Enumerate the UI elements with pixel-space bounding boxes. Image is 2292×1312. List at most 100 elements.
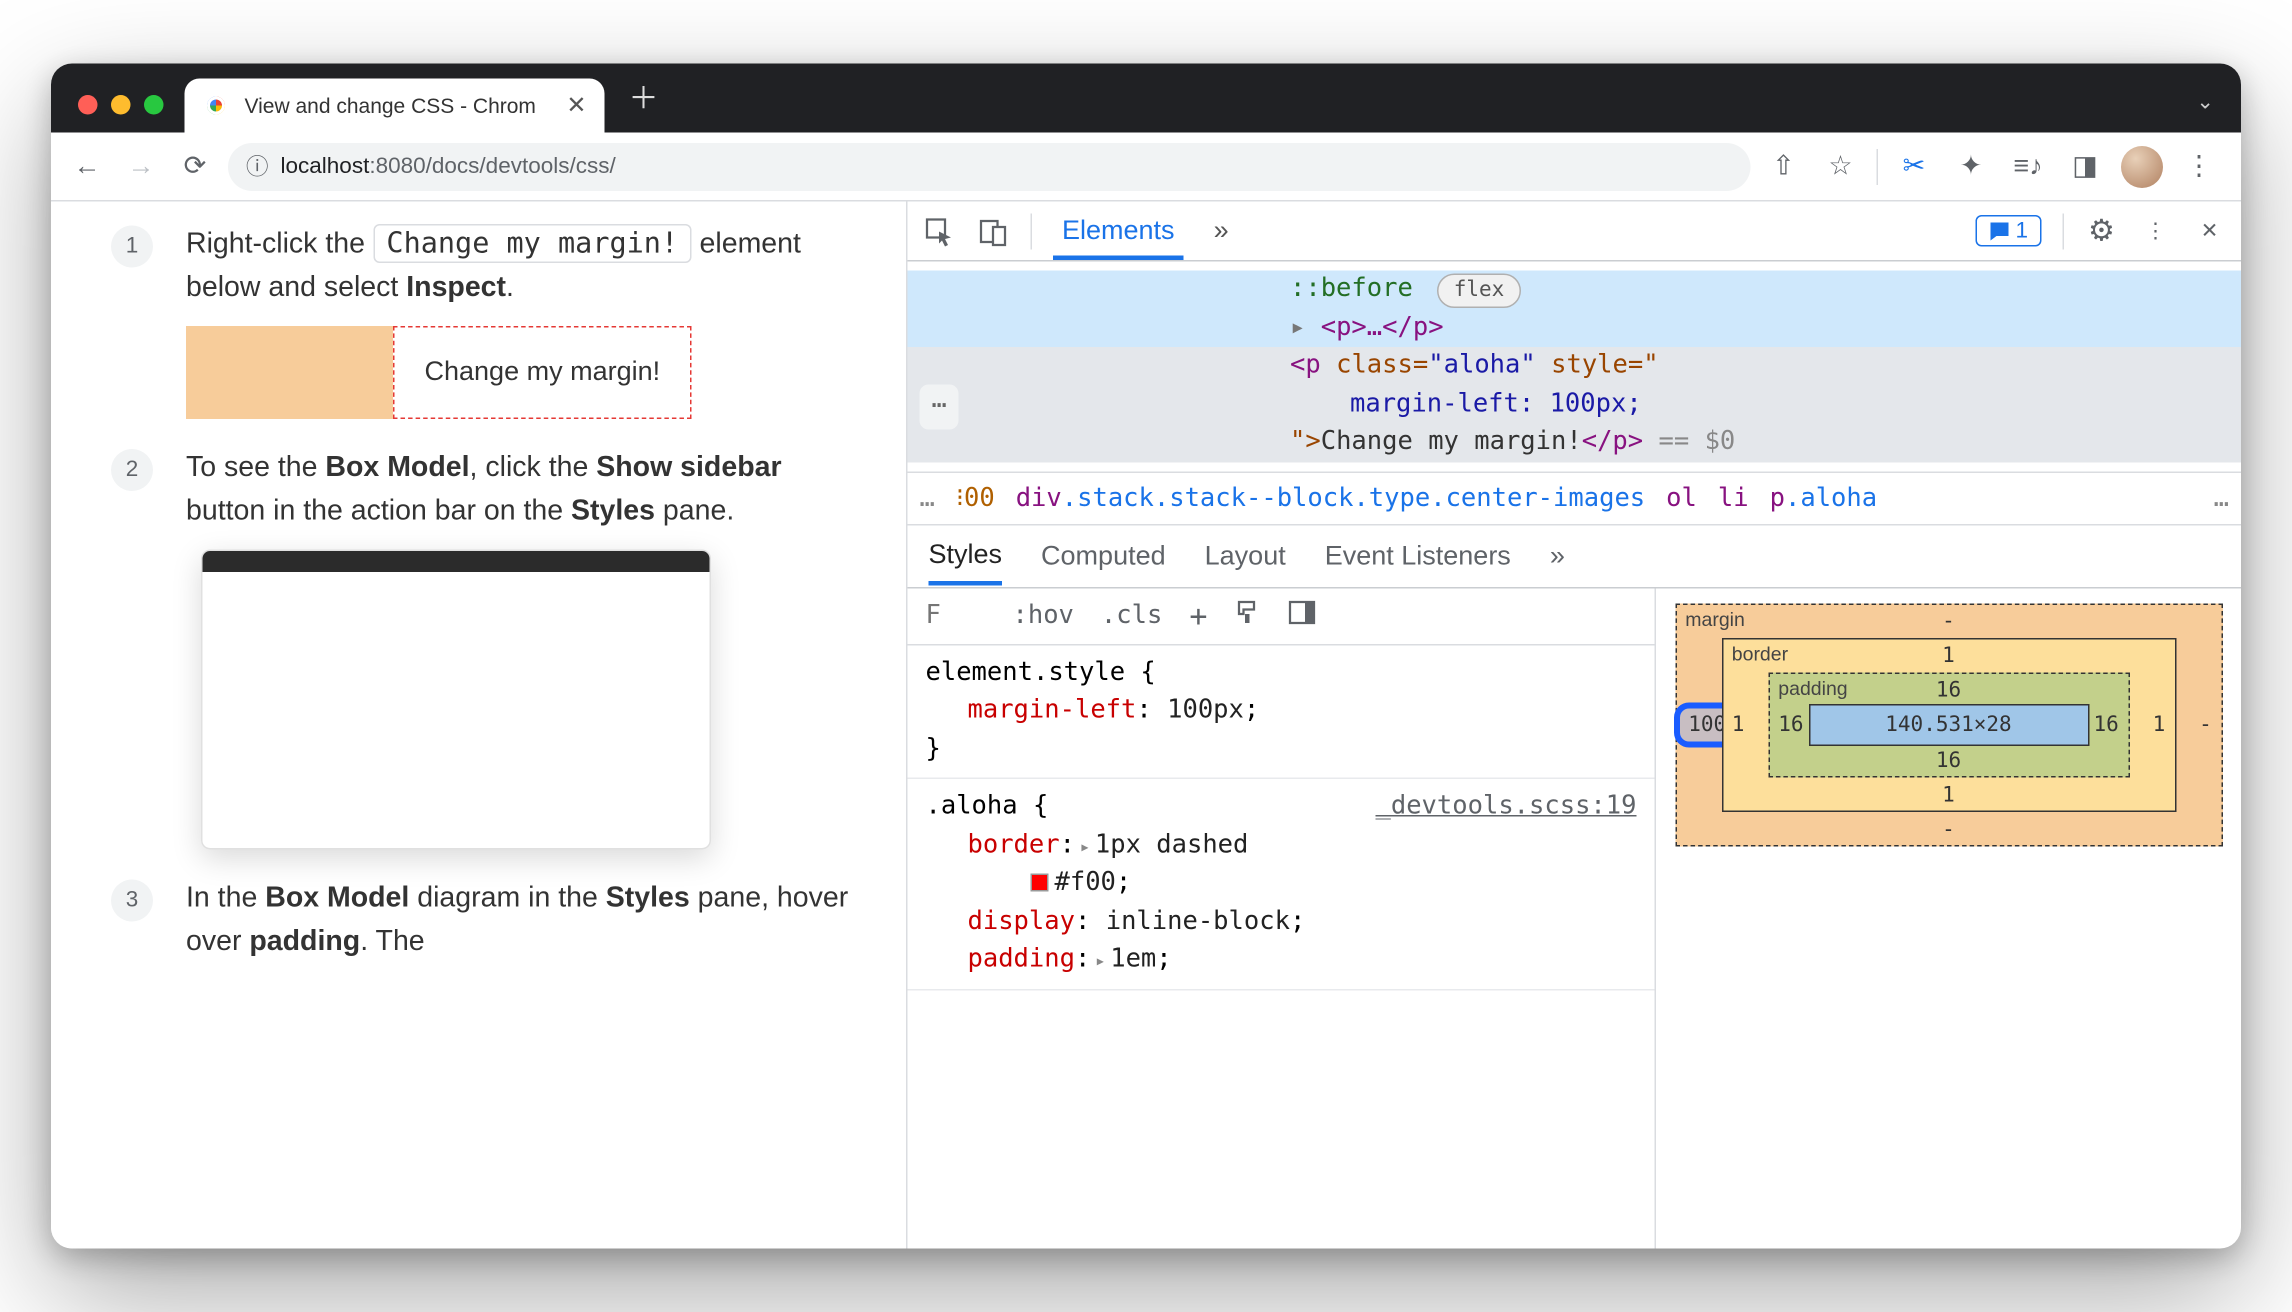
maximize-window-button[interactable] bbox=[144, 95, 164, 115]
css-property[interactable]: display bbox=[968, 906, 1075, 936]
bm-margin-bottom[interactable]: - bbox=[1942, 817, 1955, 841]
device-toggle-icon[interactable] bbox=[977, 214, 1010, 247]
cls-toggle[interactable]: .cls bbox=[1101, 601, 1162, 631]
tabs-dropdown-icon[interactable]: ⌄ bbox=[2187, 89, 2223, 133]
bm-border-left[interactable]: 1 bbox=[1732, 712, 1745, 736]
bm-content-size[interactable]: 140.531×28 bbox=[1808, 703, 2089, 745]
css-property[interactable]: border bbox=[968, 829, 1060, 859]
browser-tab[interactable]: View and change CSS - Chrom ✕ bbox=[185, 79, 605, 133]
new-tab-button[interactable]: ＋ bbox=[617, 74, 671, 133]
forward-button[interactable]: → bbox=[120, 145, 162, 187]
step-number: 3 bbox=[111, 879, 153, 921]
crumb-overflow[interactable]: … bbox=[2214, 483, 2229, 513]
color-swatch[interactable] bbox=[1031, 874, 1049, 892]
bm-border-layer[interactable]: border 1 1 1 1 padding 16 16 16 bbox=[1721, 637, 2176, 811]
box-model-diagram[interactable]: margin - - - 100 border 1 1 1 1 bbox=[1675, 603, 2223, 846]
bookmark-icon[interactable]: ☆ bbox=[1820, 145, 1862, 187]
settings-icon[interactable]: ⚙ bbox=[2085, 214, 2118, 247]
hov-toggle[interactable]: :hov bbox=[1013, 601, 1074, 631]
bm-border-right[interactable]: 1 bbox=[2153, 712, 2166, 736]
bm-border-top[interactable]: 1 bbox=[1942, 643, 1955, 667]
side-panel-icon[interactable]: ◨ bbox=[2064, 145, 2106, 187]
style-value: margin-left: 100px; bbox=[1350, 388, 1642, 418]
css-value[interactable]: 1px dashed bbox=[1095, 829, 1249, 859]
breadcrumb-item[interactable]: div.stack.stack--block.type.center-image… bbox=[1016, 483, 1645, 513]
dom-row-selected[interactable]: ">Change my margin!</p> == $0 bbox=[908, 424, 2242, 462]
dom-row[interactable]: ::before flex bbox=[908, 271, 2242, 309]
bm-margin-layer[interactable]: margin - - - 100 border 1 1 1 1 bbox=[1675, 603, 2223, 846]
css-value[interactable]: inline-block bbox=[1106, 906, 1290, 936]
bold-text: Show sidebar bbox=[596, 452, 781, 484]
breadcrumb-item-active[interactable]: p.aloha bbox=[1770, 483, 1878, 513]
bm-padding-right[interactable]: 16 bbox=[2093, 712, 2118, 736]
issues-badge[interactable]: 1 bbox=[1975, 215, 2042, 247]
source-file-link[interactable]: _devtools.scss:19 bbox=[1376, 788, 1637, 826]
chat-icon bbox=[1988, 220, 2009, 241]
css-property[interactable]: margin-left bbox=[968, 695, 1137, 725]
extensions-icon[interactable]: ✦ bbox=[1950, 145, 1992, 187]
dom-tree[interactable]: ::before flex ▸ <p>…</p> ⋯ <p class="alo… bbox=[908, 262, 2242, 471]
tab-elements[interactable]: Elements bbox=[1053, 202, 1184, 259]
styles-filter-input[interactable] bbox=[926, 601, 986, 631]
subtab-layout[interactable]: Layout bbox=[1205, 540, 1286, 572]
bm-margin-right[interactable]: - bbox=[2199, 712, 2212, 736]
css-rule-aloha[interactable]: _devtools.scss:19 .aloha { border:▸1px d… bbox=[908, 779, 1655, 990]
text: "> bbox=[1290, 427, 1321, 457]
css-value[interactable]: #f00 bbox=[1055, 868, 1116, 898]
bm-padding-left[interactable]: 16 bbox=[1778, 712, 1803, 736]
profile-avatar[interactable] bbox=[2121, 145, 2163, 187]
step-3: 3 In the Box Model diagram in the Styles… bbox=[111, 876, 864, 964]
paint-icon[interactable] bbox=[1234, 598, 1261, 633]
close-window-button[interactable] bbox=[78, 95, 98, 115]
inspect-element-icon[interactable] bbox=[923, 214, 956, 247]
dom-row-selected[interactable]: <p class="aloha" style=" bbox=[908, 347, 2242, 385]
reload-button[interactable]: ⟳ bbox=[174, 145, 216, 187]
breadcrumb-item[interactable]: ol bbox=[1666, 483, 1697, 513]
new-rule-icon[interactable]: + bbox=[1189, 598, 1207, 634]
text: In the bbox=[186, 882, 265, 914]
dom-breadcrumbs[interactable]: … ⁝00 div.stack.stack--block.type.center… bbox=[908, 471, 2242, 525]
content-area: 1 Right-click the Change my margin! elem… bbox=[51, 202, 2241, 1249]
step-text: To see the Box Model, click the Show sid… bbox=[186, 446, 864, 849]
crumb-overflow[interactable]: … bbox=[920, 483, 935, 513]
selector: element.style { bbox=[926, 657, 1156, 687]
subtab-event-listeners[interactable]: Event Listeners bbox=[1325, 540, 1511, 572]
subtab-styles[interactable]: Styles bbox=[929, 539, 1003, 586]
tag-open: <p bbox=[1290, 350, 1321, 380]
css-property[interactable]: padding bbox=[968, 944, 1075, 974]
scissors-extension-icon[interactable]: ✂ bbox=[1893, 145, 1935, 187]
more-tabs-icon[interactable]: » bbox=[1205, 203, 1238, 259]
toolbar-right: ⇧ ☆ ✂ ✦ ≡♪ ◨ ⋮ bbox=[1763, 145, 2227, 187]
rule-close: } bbox=[926, 733, 941, 763]
dom-row-selected[interactable]: margin-left: 100px; bbox=[908, 385, 2242, 423]
back-button[interactable]: ← bbox=[66, 145, 108, 187]
dom-row[interactable]: ▸ <p>…</p> bbox=[908, 309, 2242, 347]
computed-sidebar-icon[interactable] bbox=[1288, 598, 1315, 633]
issues-count: 1 bbox=[2015, 218, 2028, 244]
minimize-window-button[interactable] bbox=[111, 95, 131, 115]
bm-padding-bottom[interactable]: 16 bbox=[1936, 748, 1961, 772]
bm-padding-top[interactable]: 16 bbox=[1936, 678, 1961, 702]
expand-dom-siblings-button[interactable]: ⋯ bbox=[920, 385, 959, 429]
change-my-margin-element[interactable]: Change my margin! bbox=[393, 326, 692, 419]
crumb-cut[interactable]: ⁝00 bbox=[956, 483, 995, 513]
breadcrumb-item[interactable]: li bbox=[1718, 483, 1749, 513]
bm-padding-layer[interactable]: padding 16 16 16 16 140.531×28 bbox=[1768, 672, 2130, 777]
more-menu-icon[interactable]: ⋮ bbox=[2139, 214, 2172, 247]
close-tab-icon[interactable]: ✕ bbox=[566, 91, 586, 121]
chrome-menu-icon[interactable]: ⋮ bbox=[2178, 145, 2220, 187]
flex-badge[interactable]: flex bbox=[1437, 274, 1521, 309]
reading-list-icon[interactable]: ≡♪ bbox=[2007, 145, 2049, 187]
text-node: Change my margin! bbox=[1321, 427, 1582, 457]
css-value[interactable]: 100px bbox=[1167, 695, 1244, 725]
more-subtabs-icon[interactable]: » bbox=[1550, 540, 1565, 572]
bm-border-bottom[interactable]: 1 bbox=[1942, 783, 1955, 807]
share-icon[interactable]: ⇧ bbox=[1763, 145, 1805, 187]
address-bar[interactable]: ⓘ localhost:8080/docs/devtools/css/ bbox=[228, 142, 1751, 190]
bm-margin-top[interactable]: - bbox=[1942, 609, 1955, 633]
css-rule-element-style[interactable]: element.style { margin-left: 100px; } bbox=[908, 645, 1655, 779]
site-info-icon[interactable]: ⓘ bbox=[246, 151, 269, 183]
css-value[interactable]: 1em bbox=[1110, 944, 1156, 974]
close-devtools-icon[interactable]: ✕ bbox=[2193, 214, 2226, 247]
subtab-computed[interactable]: Computed bbox=[1041, 540, 1166, 572]
